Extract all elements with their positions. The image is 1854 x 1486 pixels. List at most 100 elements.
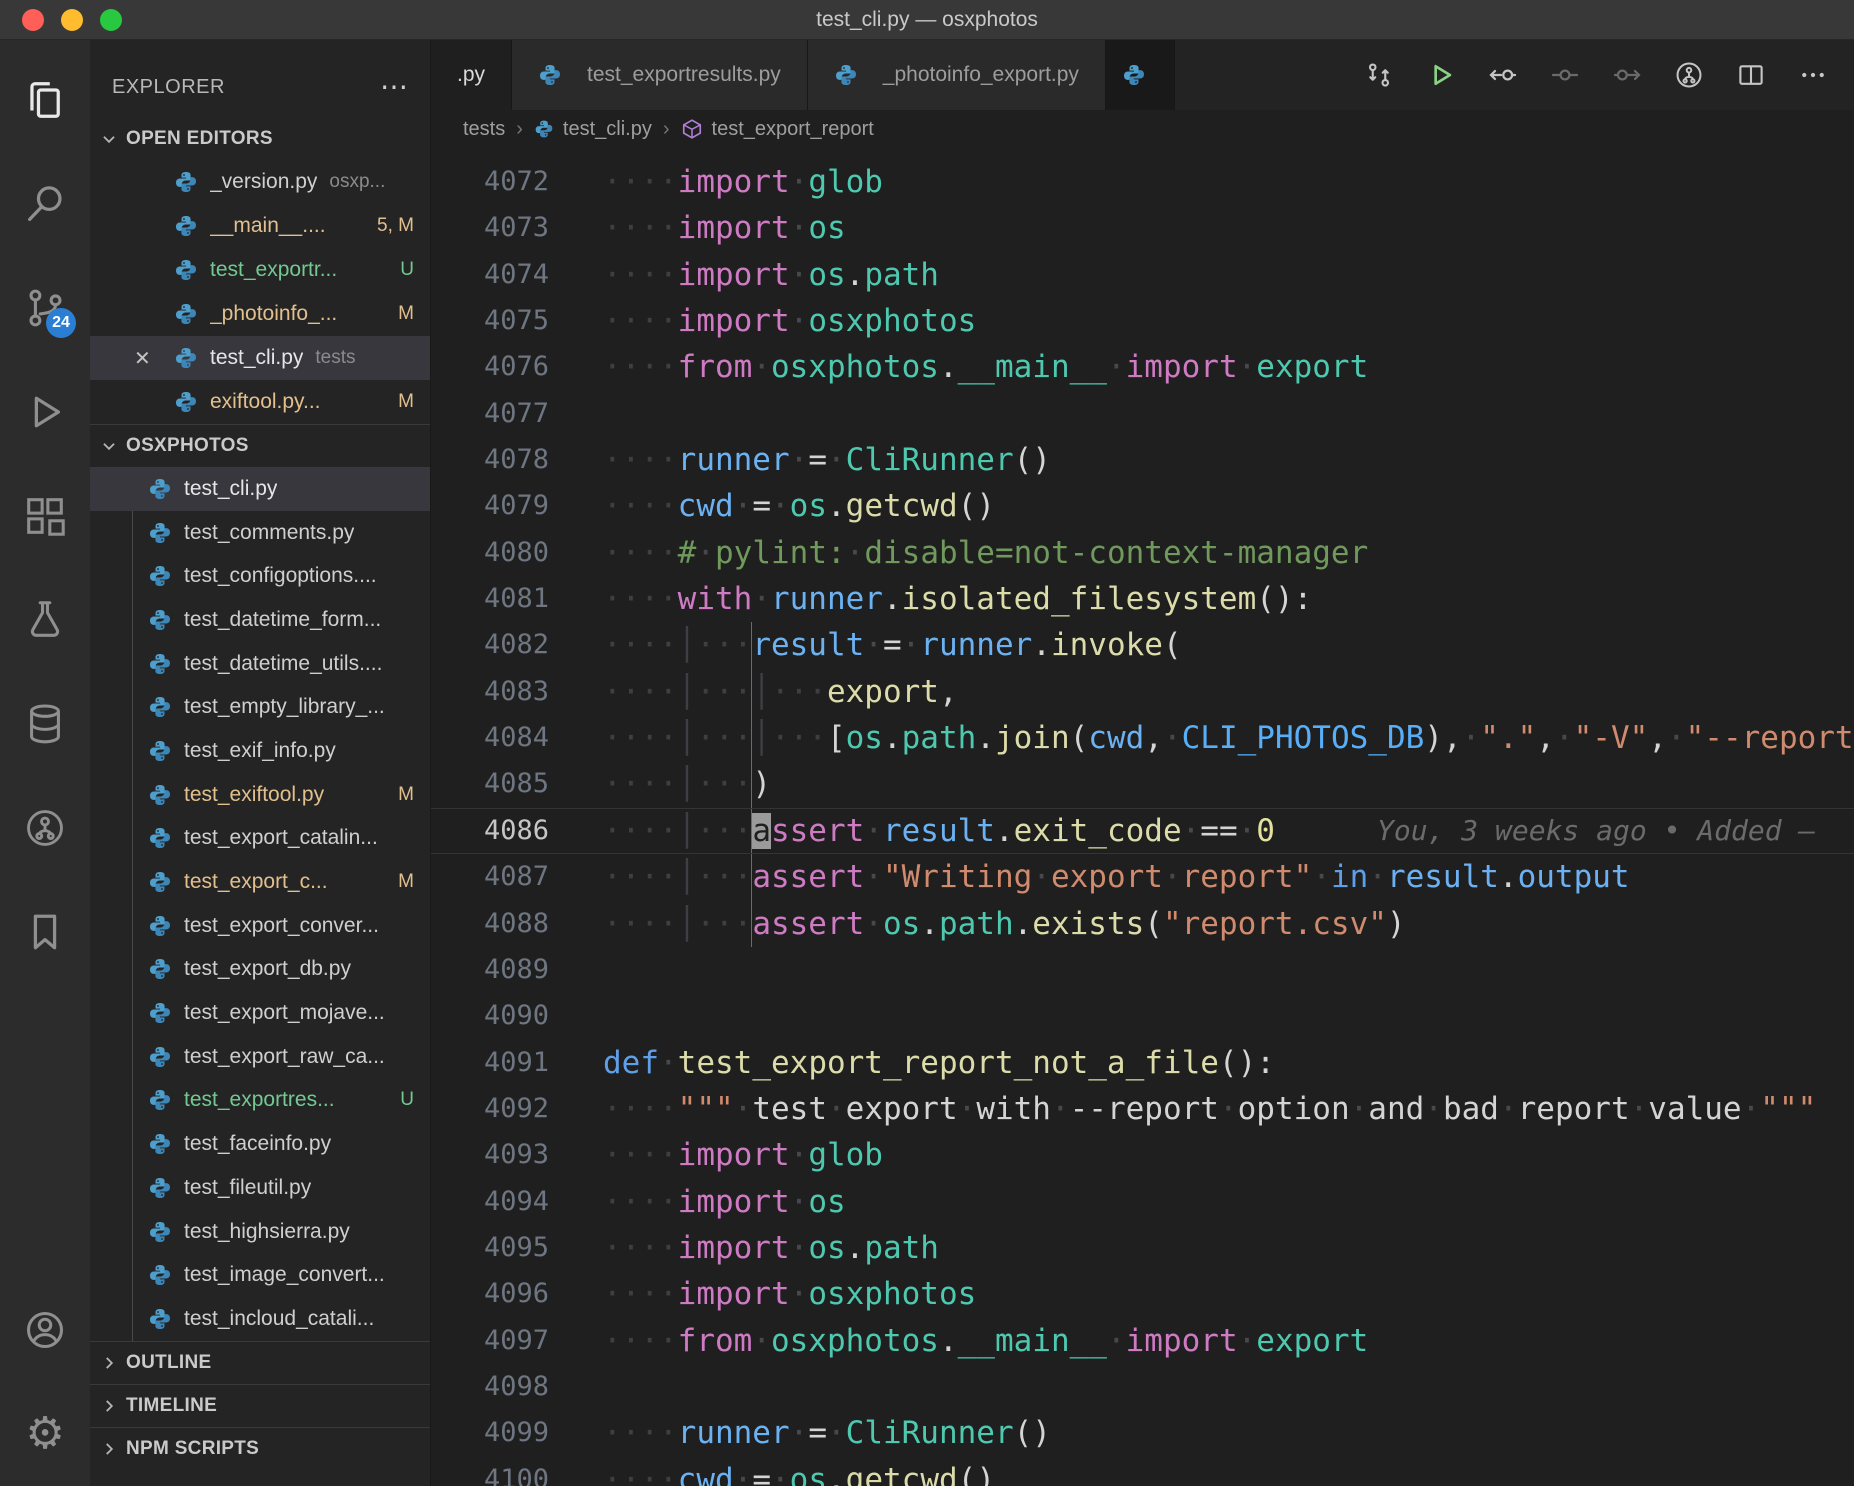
line-content[interactable]: ····#·pylint:·disable=not-context-manage… [549,530,1854,576]
code-line-4100[interactable]: 4100····cwd·=·os.getcwd() [431,1457,1854,1486]
file-tree-item[interactable]: test_comments.py [90,511,430,555]
testing-icon[interactable] [0,568,90,672]
file-tree-item[interactable]: test_exif_info.py [90,729,430,773]
tab-_photoinfo_export.py[interactable]: _photoinfo_export.py [808,40,1106,110]
extensions-icon[interactable] [0,464,90,568]
code-line-4090[interactable]: 4090 [431,993,1854,1039]
line-number[interactable]: 4095 [431,1225,549,1271]
code-line-4099[interactable]: 4099····runner·=·CliRunner() [431,1410,1854,1456]
line-number[interactable]: 4097 [431,1318,549,1364]
line-number[interactable]: 4075 [431,298,549,344]
minimize-window-button[interactable] [61,9,83,31]
current-change-icon[interactable] [1534,59,1596,91]
line-number[interactable]: 4089 [431,947,549,993]
line-content[interactable]: ····import·os [549,205,1854,251]
line-number[interactable]: 4085 [431,761,549,807]
line-number[interactable]: 4091 [431,1040,549,1086]
open-editor-item[interactable]: _version.pyosxp... [90,160,430,204]
breadcrumb-file[interactable]: test_cli.py [534,118,652,141]
gitlens-icon[interactable] [0,776,90,880]
file-tree-item[interactable]: test_cli.py [90,467,430,511]
code-line-4098[interactable]: 4098 [431,1364,1854,1410]
line-content[interactable]: ····from·osxphotos.__main__·import·expor… [549,1318,1854,1364]
code-line-4089[interactable]: 4089 [431,947,1854,993]
line-number[interactable]: 4080 [431,530,549,576]
code-line-4097[interactable]: 4097····from·osxphotos.__main__·import·e… [431,1318,1854,1364]
code-line-4076[interactable]: 4076····from·osxphotos.__main__·import·e… [431,344,1854,390]
line-content[interactable]: ····│···) [549,761,1854,807]
breadcrumb-folder[interactable]: tests [463,118,505,141]
line-number[interactable]: 4086 [431,808,549,854]
code-line-4079[interactable]: 4079····cwd·=·os.getcwd() [431,483,1854,529]
zoom-window-button[interactable] [100,9,122,31]
tab-.py[interactable]: .py [431,40,512,110]
line-content[interactable]: ····│···│···export, [549,669,1854,715]
line-number[interactable]: 4079 [431,483,549,529]
code-line-4081[interactable]: 4081····with·runner.isolated_filesystem(… [431,576,1854,622]
code-line-4095[interactable]: 4095····import·os.path [431,1225,1854,1271]
code-line-4086[interactable]: 4086····│···assert·result.exit_code·==·0… [431,808,1854,854]
line-number[interactable]: 4084 [431,715,549,761]
line-number[interactable]: 4078 [431,437,549,483]
file-tree-item[interactable]: test_export_c...M [90,860,430,904]
line-number[interactable]: 4074 [431,252,549,298]
previous-change-icon[interactable] [1472,59,1534,91]
tab-test_exportresults.py[interactable]: test_exportresults.py [512,40,808,110]
open-editor-item[interactable]: test_exportr...U [90,248,430,292]
tab-python-icon[interactable] [1106,40,1175,110]
file-tree-item[interactable]: test_fileutil.py [90,1166,430,1210]
line-number[interactable]: 4099 [431,1410,549,1456]
open-editor-item[interactable]: _photoinfo_...M [90,292,430,336]
code-line-4083[interactable]: 4083····│···│···export, [431,669,1854,715]
more-actions-icon[interactable] [1782,60,1844,90]
code-line-4093[interactable]: 4093····import·glob [431,1132,1854,1178]
open-editor-item[interactable]: exiftool.py...M [90,380,430,424]
line-content[interactable]: ····import·os.path [549,1225,1854,1271]
line-content[interactable]: ····import·os.path [549,252,1854,298]
line-content[interactable]: ····│···assert·"Writing·export·report"·i… [549,854,1854,900]
file-tree-item[interactable]: test_exportres...U [90,1079,430,1123]
line-number[interactable]: 4092 [431,1086,549,1132]
line-content[interactable]: def·test_export_report_not_a_file(): [549,1040,1854,1086]
explorer-icon[interactable] [0,48,90,152]
line-number[interactable]: 4098 [431,1364,549,1410]
account-icon[interactable] [0,1278,90,1382]
line-content[interactable]: ····│···assert·os.path.exists("report.cs… [549,901,1854,947]
file-tree-item[interactable]: test_export_mojave... [90,991,430,1035]
open-editors-section-header[interactable]: OPEN EDITORS [90,118,430,160]
line-content[interactable] [549,391,1854,437]
line-number[interactable]: 4096 [431,1271,549,1317]
run-button[interactable] [1410,59,1472,91]
line-content[interactable]: ····│···result·=·runner.invoke( [549,622,1854,668]
line-number[interactable]: 4081 [431,576,549,622]
file-tree-item[interactable]: test_datetime_utils.... [90,642,430,686]
line-content[interactable]: ····import·glob [549,159,1854,205]
code-editor[interactable]: 4072····import·glob4073····import·os4074… [431,148,1854,1486]
file-tree-item[interactable]: test_export_catalin... [90,817,430,861]
file-tree-item[interactable]: test_datetime_form... [90,598,430,642]
compare-changes-icon[interactable] [1348,60,1410,90]
code-line-4078[interactable]: 4078····runner·=·CliRunner() [431,437,1854,483]
line-content[interactable] [549,1364,1854,1410]
file-tree-item[interactable]: test_incloud_catali... [90,1297,430,1341]
code-line-4096[interactable]: 4096····import·osxphotos [431,1271,1854,1317]
next-change-icon[interactable] [1596,59,1658,91]
open-editor-item[interactable]: ✕ test_cli.pytests [90,336,430,380]
line-number[interactable]: 4088 [431,901,549,947]
npm-scripts-section-header[interactable]: NPM SCRIPTS [90,1427,430,1470]
file-tree-item[interactable]: test_configoptions.... [90,554,430,598]
file-tree-item[interactable]: test_highsierra.py [90,1210,430,1254]
code-line-4088[interactable]: 4088····│···assert·os.path.exists("repor… [431,901,1854,947]
outline-section-header[interactable]: OUTLINE [90,1341,430,1384]
code-line-4087[interactable]: 4087····│···assert·"Writing·export·repor… [431,854,1854,900]
project-section-header[interactable]: OSXPHOTOS [90,424,430,467]
source-control-icon[interactable]: 24 [0,256,90,360]
line-content[interactable]: ····cwd·=·os.getcwd() [549,1457,1854,1486]
line-content[interactable]: ····with·runner.isolated_filesystem(): [549,576,1854,622]
file-tree-item[interactable]: test_image_convert... [90,1253,430,1297]
code-line-4077[interactable]: 4077 [431,391,1854,437]
line-number[interactable]: 4083 [431,669,549,715]
code-line-4092[interactable]: 4092····"""·test·export·with·--report·op… [431,1086,1854,1132]
code-line-4085[interactable]: 4085····│···) [431,761,1854,807]
line-number[interactable]: 4082 [431,622,549,668]
